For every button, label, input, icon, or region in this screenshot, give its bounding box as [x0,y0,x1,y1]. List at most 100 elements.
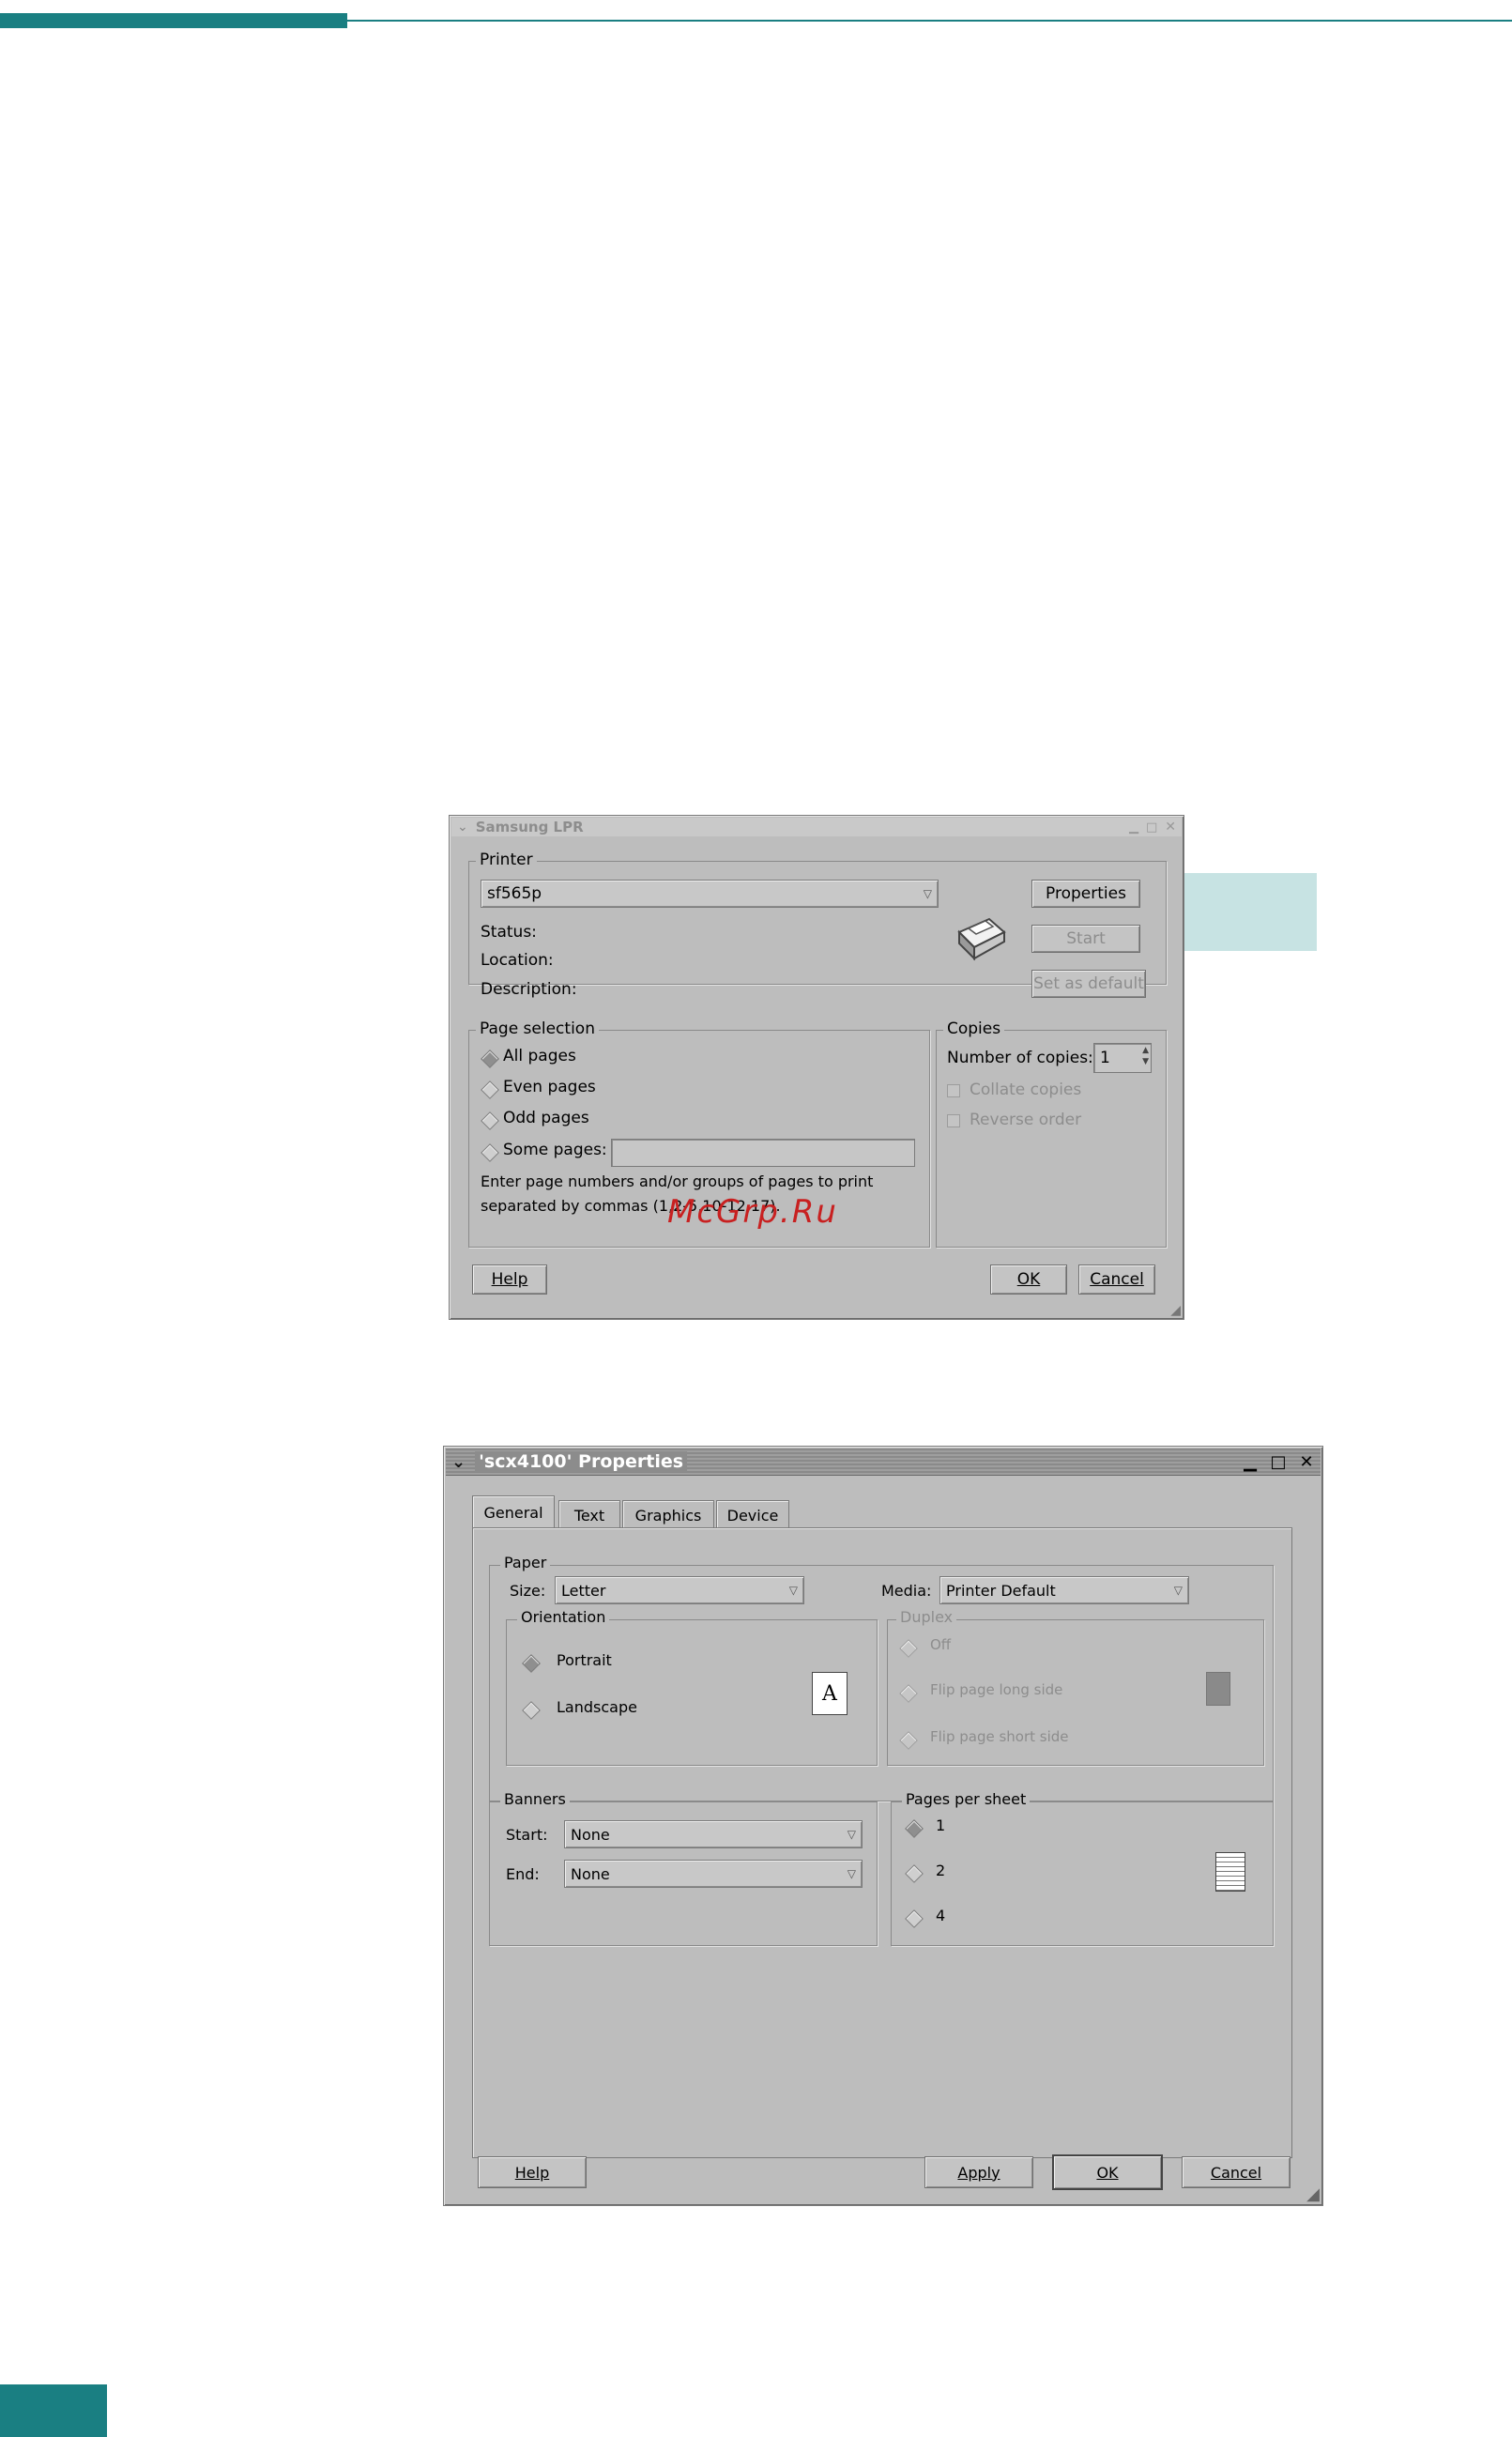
resize-grip-icon[interactable]: ◢ [1306,2184,1320,2204]
ok-label: OK [1096,2163,1119,2182]
help-label: Help [514,2163,550,2182]
chevron-down-icon: ▽ [1173,1584,1183,1597]
apply-label: Apply [957,2163,1000,2182]
all-pages-label: All pages [503,1047,576,1065]
header-accent-bar [0,13,347,28]
page-orientation-icon: A [812,1672,848,1715]
copies-value: 1 [1100,1049,1110,1067]
printer-select-value: sf565p [487,884,542,903]
properties-window: ⌄ 'scx4100' Properties ▁ □ ✕ General Tex… [443,1446,1323,2206]
chevron-down-icon: ▽ [923,887,932,900]
banners-group-label: Banners [500,1790,570,1808]
collate-copies-checkbox[interactable] [947,1084,960,1097]
some-pages-input[interactable] [611,1139,915,1167]
number-of-copies-label: Number of copies: [947,1049,1093,1067]
orientation-group-label: Orientation [517,1608,610,1626]
cancel-button[interactable]: Cancel [1078,1264,1155,1295]
page-hint-line1: Enter page numbers and/or groups of page… [481,1173,874,1190]
ok-button[interactable]: OK [1052,2154,1163,2190]
copies-group-label: Copies [943,1019,1005,1038]
banner-start-select[interactable]: None ▽ [564,1820,863,1848]
resize-grip-icon[interactable]: ◢ [1170,1303,1181,1318]
page-icon-letter: A [822,1681,837,1706]
reverse-order-checkbox[interactable] [947,1114,960,1127]
tab-text[interactable]: Text [558,1500,620,1529]
maximize-icon[interactable]: □ [1146,820,1157,835]
help-button[interactable]: Help [472,1264,547,1295]
apply-button[interactable]: Apply [924,2156,1033,2188]
location-label: Location: [481,951,554,970]
pages-per-sheet-group-label: Pages per sheet [902,1790,1031,1808]
close-icon[interactable]: ✕ [1296,1451,1317,1472]
banner-end-select[interactable]: None ▽ [564,1860,863,1888]
chevron-down-icon: ▽ [788,1584,798,1597]
minimize-icon[interactable]: ▁ [1129,820,1138,835]
tab-general[interactable]: General [472,1495,555,1528]
status-label: Status: [481,923,537,942]
description-label: Description: [481,980,577,999]
lpr-window-title: Samsung LPR [475,819,584,835]
printer-group-label: Printer [476,851,537,869]
tab-graphics[interactable]: Graphics [622,1500,714,1529]
media-select[interactable]: Printer Default ▽ [939,1576,1189,1604]
tab-device-label: Device [726,1506,779,1525]
callout-box [1180,873,1317,951]
collate-copies-label: Collate copies [970,1081,1082,1099]
duplex-page-icon [1206,1672,1230,1706]
printer-icon [957,917,1006,961]
pps-2-label: 2 [936,1862,946,1879]
set-default-button[interactable]: Set as default [1031,970,1146,998]
copies-spinbox[interactable]: 1 ▲ ▼ [1093,1043,1152,1073]
window-menu-icon[interactable]: ⌄ [451,1452,466,1472]
properties-window-title: 'scx4100' Properties [475,1451,688,1472]
reverse-order-label: Reverse order [970,1111,1082,1129]
properties-label: Properties [1046,884,1126,903]
media-select-value: Printer Default [946,1581,1056,1600]
properties-button[interactable]: Properties [1031,880,1140,908]
landscape-label: Landscape [557,1698,637,1716]
tab-device[interactable]: Device [716,1500,789,1529]
tab-graphics-label: Graphics [634,1506,702,1525]
ok-button[interactable]: OK [990,1264,1067,1295]
duplex-group-label: Duplex [896,1608,957,1626]
flip-long-label: Flip page long side [930,1681,1063,1698]
flip-short-label: Flip page short side [930,1728,1069,1745]
even-pages-label: Even pages [503,1078,596,1096]
header-rule [347,20,1512,22]
cancel-button[interactable]: Cancel [1182,2156,1291,2188]
portrait-label: Portrait [557,1651,612,1669]
tab-general-label: General [483,1503,543,1522]
watermark-text: McGrp.Ru [667,1193,838,1231]
pps-page-icon [1215,1852,1245,1892]
start-button[interactable]: Start [1031,925,1140,953]
close-icon[interactable]: ✕ [1165,820,1176,835]
media-label: Media: [881,1582,932,1600]
banner-start-label: Start: [506,1826,548,1844]
paper-group-label: Paper [500,1554,551,1571]
cancel-label: Cancel [1090,1270,1144,1289]
banner-start-value: None [571,1825,610,1844]
help-label: Help [491,1270,528,1289]
size-select[interactable]: Letter ▽ [555,1576,804,1604]
start-label: Start [1066,929,1106,948]
pps-4-label: 4 [936,1907,946,1924]
lpr-titlebar: ⌄ Samsung LPR ▁ □ ✕ [451,818,1182,836]
lpr-window: ⌄ Samsung LPR ▁ □ ✕ Printer sf565p ▽ Sta… [449,815,1184,1320]
pps-1-label: 1 [936,1816,946,1834]
duplex-off-label: Off [930,1636,952,1653]
printer-select[interactable]: sf565p ▽ [481,880,939,908]
size-label: Size: [510,1582,546,1600]
chevron-down-icon: ▽ [847,1867,856,1880]
cancel-label: Cancel [1210,2163,1262,2182]
set-default-label: Set as default [1033,974,1144,993]
help-button[interactable]: Help [478,2156,587,2188]
maximize-icon[interactable]: □ [1268,1451,1289,1472]
spin-arrows-icon[interactable]: ▲ ▼ [1142,1045,1149,1067]
properties-titlebar: ⌄ 'scx4100' Properties ▁ □ ✕ [446,1448,1321,1476]
odd-pages-label: Odd pages [503,1109,589,1127]
page-selection-group-label: Page selection [476,1019,599,1038]
ok-label: OK [1016,1270,1041,1289]
tab-text-label: Text [573,1506,605,1525]
minimize-icon[interactable]: ▁ [1240,1451,1260,1472]
window-menu-icon[interactable]: ⌄ [457,820,468,835]
